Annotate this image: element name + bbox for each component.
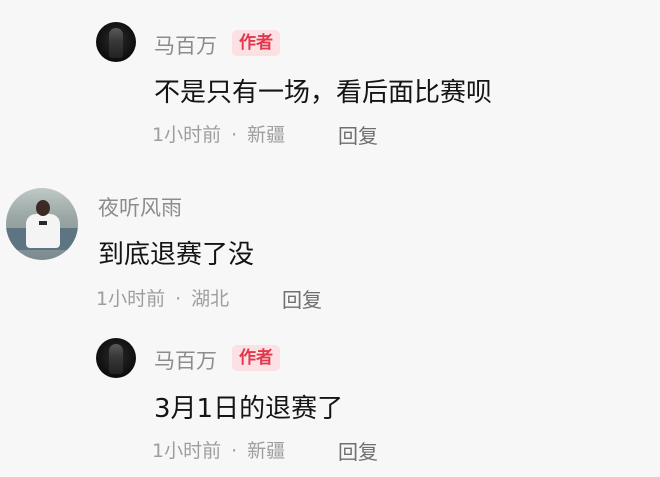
comment-time: 1小时前	[96, 288, 166, 310]
avatar-figure-body	[26, 214, 60, 248]
comment-time: 1小时前	[152, 440, 222, 462]
meta-separator: ·	[175, 288, 182, 310]
comment-author-name[interactable]: 马百万	[154, 345, 217, 375]
meta-separator: ·	[231, 440, 238, 462]
comment-time: 1小时前	[152, 124, 222, 146]
avatar-figure	[109, 28, 123, 58]
avatar-figure-mark	[39, 221, 47, 225]
author-badge: 作者	[232, 30, 280, 56]
reply-button[interactable]: 回复	[338, 436, 378, 465]
reply-button[interactable]: 回复	[282, 284, 322, 313]
comment-text: 3月1日的退赛了	[154, 394, 344, 424]
comment-text: 不是只有一场，看后面比赛呗	[154, 78, 493, 108]
author-avatar-icon[interactable]	[96, 22, 136, 62]
comment-meta: 1小时前 · 湖北	[96, 284, 229, 311]
reply-button[interactable]: 回复	[338, 120, 378, 149]
author-badge: 作者	[232, 345, 280, 371]
comment-author-name[interactable]: 夜听风雨	[98, 192, 182, 222]
comment-meta: 1小时前 · 新疆	[152, 436, 285, 463]
user-avatar-icon[interactable]	[6, 188, 78, 260]
author-avatar-icon[interactable]	[96, 338, 136, 378]
comment-location: 湖北	[191, 288, 230, 310]
avatar-figure-head	[36, 200, 50, 216]
comment-location: 新疆	[247, 124, 286, 146]
comment-location: 新疆	[247, 440, 286, 462]
comment-meta: 1小时前 · 新疆	[152, 120, 285, 147]
comment-author-name[interactable]: 马百万	[154, 30, 217, 60]
avatar-figure	[109, 344, 123, 374]
comment-text: 到底退赛了没	[98, 240, 255, 270]
meta-separator: ·	[231, 124, 238, 146]
